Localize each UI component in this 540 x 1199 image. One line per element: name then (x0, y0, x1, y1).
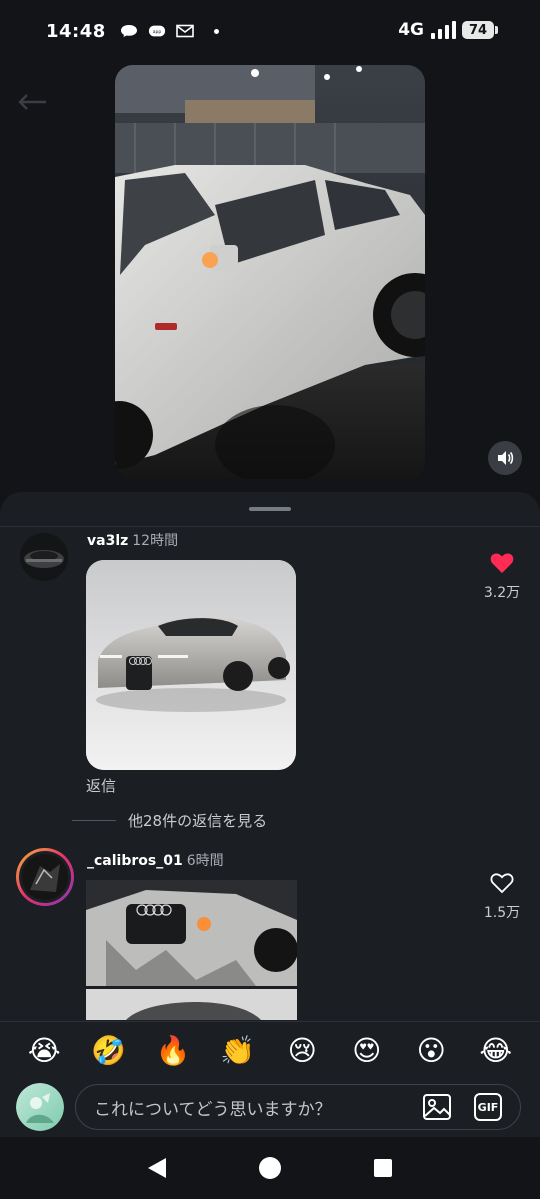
status-right: 4G 74 (398, 20, 498, 40)
more-notifications-dot (213, 28, 219, 34)
reply-button[interactable]: 返信 (86, 775, 116, 796)
square-recents-icon (374, 1159, 393, 1177)
like-box: 3.2万 (482, 552, 522, 602)
emoji-reaction-bar: 😭 🤣 🔥 👏 😢 😍 😮 😂 (0, 1021, 540, 1079)
nav-back-button[interactable] (142, 1153, 172, 1183)
battery-indicator: 74 (462, 21, 498, 39)
emoji-rofl[interactable]: 🤣 (89, 1031, 129, 1071)
comment-composer: これについてどう思いますか？ GIF (0, 1079, 540, 1137)
chat-bubble-icon (120, 25, 137, 37)
comment-username[interactable]: _calibros_01 (87, 853, 183, 869)
video-frame (115, 65, 425, 479)
comment-input-placeholder: これについてどう思いますか？ (94, 1099, 332, 1120)
comment-image[interactable] (86, 560, 296, 770)
image-picker-icon[interactable] (422, 1092, 452, 1122)
avatar (22, 854, 68, 900)
view-replies-button[interactable]: 他28件の返信を見る (72, 810, 267, 831)
status-bar: 14:48 app 4G 74 (0, 0, 540, 62)
sheet-drag-handle[interactable] (249, 507, 291, 511)
gif-button[interactable]: GIF (474, 1093, 502, 1121)
app-badge-icon: app (148, 25, 165, 37)
avatar[interactable] (20, 533, 68, 581)
triangle-back-icon (147, 1158, 166, 1178)
svg-text:app: app (153, 30, 162, 35)
like-box: 1.5万 (482, 872, 522, 922)
avatar-story-ring[interactable] (16, 848, 74, 906)
comment-username[interactable]: va3lz (87, 533, 128, 549)
like-count: 1.5万 (483, 905, 521, 921)
heart-filled-icon[interactable] (490, 552, 514, 574)
video-player[interactable] (115, 65, 425, 479)
notification-icons: app (120, 24, 219, 38)
nav-recents-button[interactable] (368, 1153, 398, 1183)
comment-header: va3lz 12時間 (87, 530, 178, 550)
comment-header: _calibros_01 6時間 (87, 850, 224, 870)
sound-toggle-button[interactable] (488, 441, 522, 475)
heart-outline-icon[interactable] (490, 872, 514, 894)
mail-icon (175, 24, 194, 38)
emoji-heart-eyes[interactable]: 😍 (347, 1031, 387, 1071)
comment-image[interactable] (86, 880, 297, 1020)
circle-home-icon (258, 1157, 281, 1179)
view-replies-line (72, 820, 116, 821)
comment-input[interactable]: これについてどう思いますか？ GIF (75, 1084, 521, 1130)
sheet-divider (0, 526, 540, 527)
status-time: 14:48 (46, 20, 106, 42)
emoji-surprised[interactable]: 😮 (411, 1031, 451, 1071)
own-avatar[interactable] (16, 1083, 64, 1131)
speaker-icon (498, 451, 514, 465)
signal-icon (431, 21, 456, 39)
comment-time: 6時間 (186, 853, 224, 869)
back-arrow-icon[interactable] (16, 92, 48, 112)
system-navigation-bar (0, 1137, 540, 1199)
emoji-crying[interactable]: 😢 (282, 1031, 322, 1071)
emoji-joy[interactable]: 😂 (476, 1031, 516, 1071)
like-count: 3.2万 (483, 585, 521, 601)
emoji-fire[interactable]: 🔥 (153, 1031, 193, 1071)
emoji-clap[interactable]: 👏 (218, 1031, 258, 1071)
view-replies-label: 他28件の返信を見る (128, 812, 268, 830)
network-label: 4G (398, 20, 424, 40)
emoji-loudly-crying[interactable]: 😭 (24, 1031, 64, 1071)
comment-time: 12時間 (132, 533, 179, 549)
nav-home-button[interactable] (255, 1153, 285, 1183)
